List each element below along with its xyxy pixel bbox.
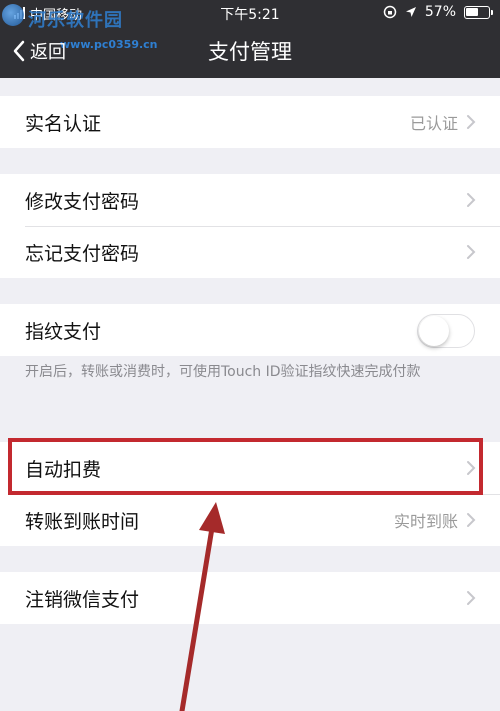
identity-group: 实名认证 已认证 bbox=[0, 96, 500, 148]
transfer-time-value: 实时到账 bbox=[393, 512, 458, 531]
transfer-time-label: 转账到账时间 bbox=[25, 510, 140, 533]
identity-status: 已认证 bbox=[409, 114, 458, 133]
status-right: 57% bbox=[383, 4, 493, 20]
battery-icon bbox=[464, 5, 493, 19]
cancel-pay-row[interactable]: 注销微信支付 bbox=[0, 572, 500, 624]
transfer-time-row[interactable]: 转账到账时间 实时到账 bbox=[0, 494, 500, 546]
cancel-group: 注销微信支付 bbox=[0, 572, 500, 624]
rotation-lock-icon bbox=[383, 5, 397, 19]
highlight-box bbox=[8, 438, 483, 495]
navigation-bar: 返回 支付管理 bbox=[0, 26, 500, 78]
chevron-right-icon bbox=[467, 193, 476, 207]
cancel-pay-label: 注销微信支付 bbox=[25, 588, 140, 611]
fingerprint-group: 指纹支付 bbox=[0, 304, 500, 356]
change-password-label: 修改支付密码 bbox=[25, 190, 140, 213]
fingerprint-row: 指纹支付 bbox=[0, 304, 500, 356]
page-title: 支付管理 bbox=[208, 40, 292, 64]
toggle-knob bbox=[419, 316, 449, 346]
watermark-logo-icon bbox=[2, 4, 24, 26]
fingerprint-toggle[interactable] bbox=[417, 314, 475, 348]
identity-row[interactable]: 实名认证 已认证 bbox=[0, 96, 500, 148]
forgot-password-label: 忘记支付密码 bbox=[25, 242, 140, 265]
battery-percent: 57% bbox=[424, 4, 456, 20]
identity-label: 实名认证 bbox=[25, 112, 102, 135]
fingerprint-label: 指纹支付 bbox=[25, 320, 102, 343]
password-group: 修改支付密码 忘记支付密码 bbox=[0, 174, 500, 278]
chevron-right-icon bbox=[467, 115, 476, 129]
forgot-password-row[interactable]: 忘记支付密码 bbox=[0, 226, 500, 278]
chevron-right-icon bbox=[467, 513, 476, 527]
chevron-right-icon bbox=[467, 245, 476, 259]
change-password-row[interactable]: 修改支付密码 bbox=[0, 174, 500, 226]
top-bar: 中国移动 下午5:21 57% 河乐软件园 www.pc0359.cn 返回 支… bbox=[0, 0, 500, 78]
fingerprint-note: 开启后，转账或消费时，可使用Touch ID验证指纹快速完成付款 bbox=[25, 364, 421, 380]
chevron-right-icon bbox=[467, 591, 476, 605]
location-icon bbox=[405, 7, 416, 17]
